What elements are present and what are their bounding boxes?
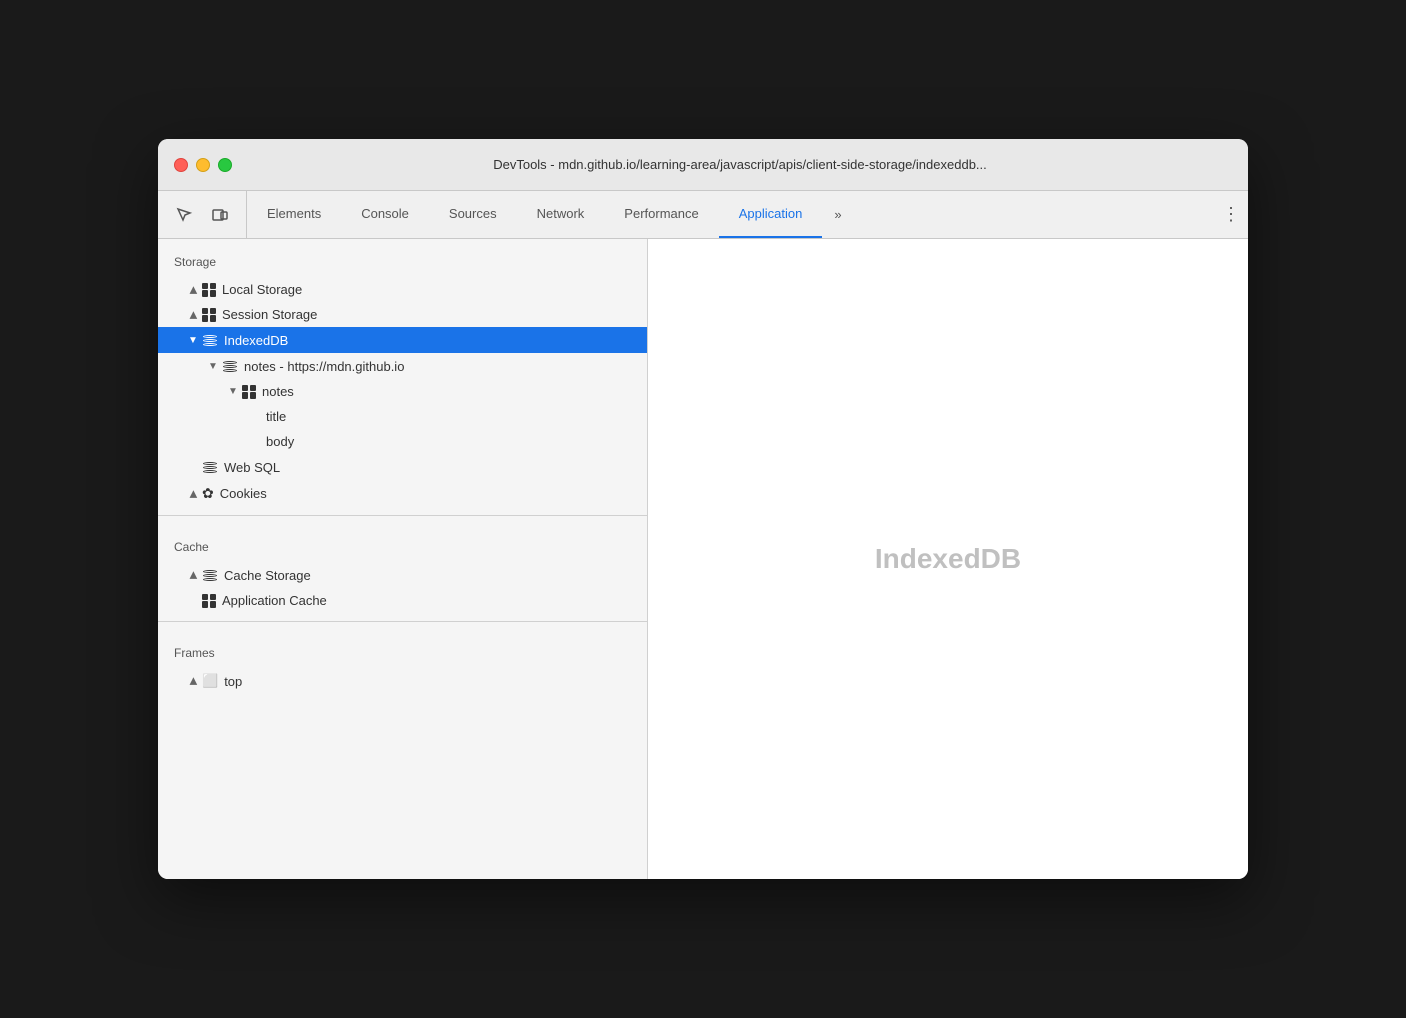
title-bar: DevTools - mdn.github.io/learning-area/j… [158,139,1248,191]
session-storage-label: Session Storage [222,307,317,322]
app-cache-label: Application Cache [222,593,327,608]
app-cache-icon [202,594,216,608]
local-storage-arrow: ▶ [186,283,200,297]
content-area: IndexedDB [648,239,1248,879]
web-sql-label: Web SQL [224,460,280,475]
storage-cache-divider [158,515,647,516]
minimize-button[interactable] [196,158,210,172]
tab-console[interactable]: Console [341,191,429,238]
inspect-icon[interactable] [170,201,198,229]
cache-section-header: Cache [158,524,647,562]
toolbar: Elements Console Sources Network Perform… [158,191,1248,239]
tab-elements[interactable]: Elements [247,191,341,238]
cookies-label: Cookies [220,486,267,501]
indexeddb-icon [202,332,218,348]
traffic-lights [174,158,232,172]
sidebar-item-top-frame[interactable]: ▶ ⬜ top [158,668,647,694]
main-content: Storage ▶ Local Storage ▶ Session Storag… [158,239,1248,879]
notes-store-label: notes [262,384,294,399]
notes-db-arrow: ▼ [206,359,220,373]
body-index-label: body [266,434,294,449]
content-placeholder: IndexedDB [875,543,1021,575]
sidebar-item-notes-store[interactable]: ▼ notes [158,379,647,404]
device-toggle-icon[interactable] [206,201,234,229]
indexeddb-label: IndexedDB [224,333,288,348]
toolbar-tabs: Elements Console Sources Network Perform… [247,191,1214,238]
tab-performance[interactable]: Performance [604,191,718,238]
web-sql-icon [202,459,218,475]
tab-network[interactable]: Network [517,191,605,238]
indexeddb-arrow: ▼ [186,333,200,347]
cache-storage-icon [202,567,218,583]
sidebar-item-cache-storage[interactable]: ▶ Cache Storage [158,562,647,588]
notes-store-icon [242,385,256,399]
tab-more-button[interactable]: » [822,191,853,238]
tab-sources[interactable]: Sources [429,191,517,238]
sidebar-item-body-index[interactable]: body [158,429,647,454]
cache-frames-divider [158,621,647,622]
window-title: DevTools - mdn.github.io/learning-area/j… [248,157,1232,172]
frames-section-header: Frames [158,630,647,668]
maximize-button[interactable] [218,158,232,172]
sidebar-item-web-sql[interactable]: ▶ Web SQL [158,454,647,480]
devtools-window: DevTools - mdn.github.io/learning-area/j… [158,139,1248,879]
close-button[interactable] [174,158,188,172]
notes-store-arrow: ▼ [226,385,240,399]
local-storage-icon [202,283,216,297]
storage-section-header: Storage [158,239,647,277]
top-frame-icon: ⬜ [202,673,218,689]
cookies-arrow: ▶ [186,487,200,501]
sidebar-item-title-index[interactable]: title [158,404,647,429]
cache-storage-arrow: ▶ [186,568,200,582]
title-index-label: title [266,409,286,424]
sidebar: Storage ▶ Local Storage ▶ Session Storag… [158,239,648,879]
local-storage-label: Local Storage [222,282,302,297]
toolbar-menu-button[interactable]: ⋮ [1214,191,1248,238]
notes-db-icon [222,358,238,374]
notes-db-label: notes - https://mdn.github.io [244,359,404,374]
sidebar-item-session-storage[interactable]: ▶ Session Storage [158,302,647,327]
top-frame-label: top [224,674,242,689]
sidebar-item-app-cache[interactable]: ▶ Application Cache [158,588,647,613]
sidebar-item-local-storage[interactable]: ▶ Local Storage [158,277,647,302]
sidebar-item-notes-db[interactable]: ▼ notes - https://mdn.github.io [158,353,647,379]
cache-storage-label: Cache Storage [224,568,311,583]
cookies-icon: ✿ [202,485,214,502]
session-storage-icon [202,308,216,322]
top-frame-arrow: ▶ [186,674,200,688]
sidebar-item-indexeddb[interactable]: ▼ IndexedDB [158,327,647,353]
tab-application[interactable]: Application [719,191,823,238]
session-storage-arrow: ▶ [186,308,200,322]
sidebar-item-cookies[interactable]: ▶ ✿ Cookies [158,480,647,507]
toolbar-icons [158,191,247,238]
